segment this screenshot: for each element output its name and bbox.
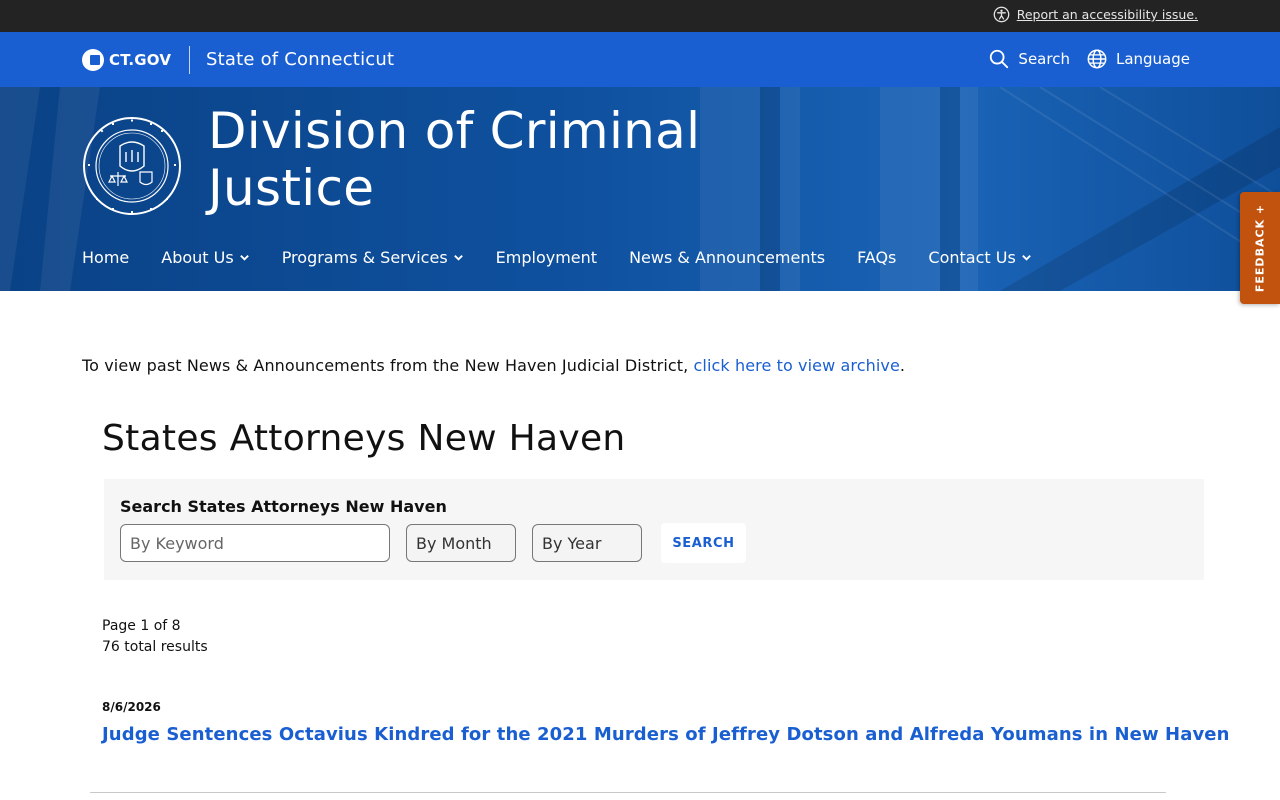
- news-item-title-link[interactable]: Judge Sentences Octavius Kindred for the…: [102, 724, 1230, 745]
- archive-intro-text: To view past News & Announcements from t…: [82, 356, 694, 375]
- site-title-line-2: Justice: [208, 159, 375, 217]
- nav-item-contact-us[interactable]: Contact Us: [928, 248, 1031, 267]
- nav-item-faqs[interactable]: FAQs: [857, 248, 896, 267]
- utility-bar: Report an accessibility issue.: [0, 0, 1280, 32]
- nav-item-label: Employment: [495, 248, 598, 267]
- search-panel: Search States Attorneys New Haven By Mon…: [104, 479, 1204, 580]
- archive-link[interactable]: click here to view archive: [694, 356, 900, 375]
- header-actions: Search Language: [988, 48, 1190, 70]
- keyword-search-input[interactable]: [120, 524, 390, 562]
- main-navigation: Home About Us Programs & Services Employ…: [82, 248, 1064, 267]
- search-button-label: Search: [1018, 50, 1070, 68]
- nav-item-label: Programs & Services: [281, 248, 448, 267]
- accessibility-report-link[interactable]: Report an accessibility issue.: [993, 6, 1198, 23]
- globe-icon: [1087, 49, 1107, 69]
- nav-item-programs-services[interactable]: Programs & Services: [282, 248, 464, 267]
- nav-item-label: Contact Us: [928, 248, 1016, 267]
- total-results-count: 76 total results: [102, 639, 208, 655]
- feedback-tab-label: FEEDBACK +: [1253, 203, 1267, 293]
- month-select-value: By Month: [416, 533, 492, 553]
- ct-gov-logo[interactable]: CT.GOV: [82, 49, 171, 71]
- archive-intro: To view past News & Announcements from t…: [82, 356, 905, 375]
- search-panel-label: Search States Attorneys New Haven: [120, 497, 447, 516]
- chevron-down-icon: [1021, 255, 1031, 261]
- state-name-link[interactable]: State of Connecticut: [206, 49, 394, 70]
- language-button-label: Language: [1115, 50, 1190, 68]
- chevron-down-icon: [453, 255, 463, 261]
- ct-logo-icon: [82, 49, 104, 71]
- nav-item-home[interactable]: Home: [82, 248, 129, 267]
- nav-item-label: About Us: [161, 248, 234, 267]
- header-divider: [189, 46, 190, 74]
- search-button[interactable]: Search: [988, 48, 1070, 70]
- accessibility-icon: [993, 6, 1010, 23]
- news-item-divider: [90, 792, 1166, 793]
- pagination-status: Page 1 of 8: [102, 618, 181, 634]
- archive-intro-period: .: [899, 356, 906, 375]
- site-title-line-1: Division of Criminal: [208, 102, 701, 160]
- ct-logo-text: CT.GOV: [109, 51, 172, 69]
- year-select[interactable]: By Year: [532, 524, 642, 562]
- chevron-down-icon: [239, 255, 249, 261]
- site-title[interactable]: Division of Criminal Justice: [208, 103, 700, 217]
- nav-item-about-us[interactable]: About Us: [161, 248, 249, 267]
- nav-item-label: FAQs: [857, 248, 897, 267]
- nav-item-label: News & Announcements: [629, 248, 826, 267]
- year-select-value: By Year: [542, 533, 602, 553]
- news-item-date: 8/6/2026: [102, 700, 161, 714]
- accessibility-report-text: Report an accessibility issue.: [1016, 7, 1198, 22]
- division-seal-logo[interactable]: [82, 116, 182, 216]
- nav-item-employment[interactable]: Employment: [496, 248, 597, 267]
- page-title: States Attorneys New Haven: [102, 418, 626, 459]
- month-select[interactable]: By Month: [406, 524, 516, 562]
- feedback-tab[interactable]: FEEDBACK +: [1240, 192, 1280, 304]
- site-header-hero: Division of Criminal Justice Home About …: [0, 87, 1280, 291]
- nav-item-label: Home: [82, 248, 130, 267]
- search-submit-button[interactable]: SEARCH: [661, 523, 746, 563]
- ct-gov-bar: CT.GOV State of Connecticut Search Langu…: [0, 32, 1280, 87]
- nav-item-news-announcements[interactable]: News & Announcements: [629, 248, 825, 267]
- language-button[interactable]: Language: [1086, 48, 1190, 70]
- search-icon: [990, 49, 1009, 69]
